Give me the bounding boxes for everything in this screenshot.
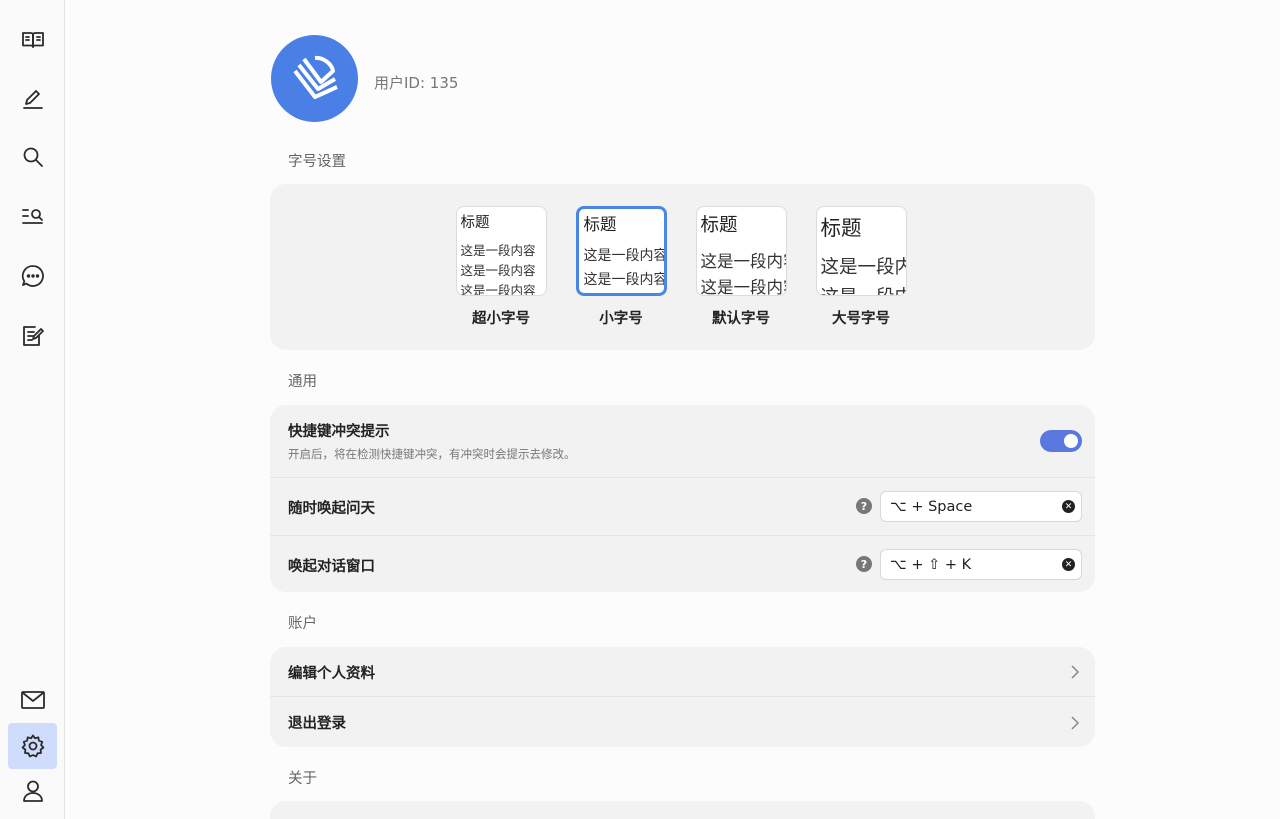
wake-anytime-row: 随时唤起问天 ? ⌥ + Space ✕ bbox=[270, 478, 1095, 535]
font-option-label: 小字号 bbox=[599, 311, 643, 327]
chevron-right-icon bbox=[1069, 664, 1081, 679]
pencil-icon bbox=[22, 90, 43, 109]
general-card: 快捷键冲突提示 开启后，将在检测快捷键冲突，有冲突时会提示去修改。 随时唤起问天… bbox=[270, 405, 1095, 592]
font-preview: 标题 这是一段内容 这是一段内容 bbox=[815, 206, 907, 296]
sidebar-item-write[interactable] bbox=[8, 76, 57, 122]
logout-label: 退出登录 bbox=[288, 716, 346, 732]
shortcut-conflict-row: 快捷键冲突提示 开启后，将在检测快捷键冲突，有冲突时会提示去修改。 bbox=[270, 405, 1095, 477]
shortcut-conflict-toggle[interactable] bbox=[1040, 430, 1082, 452]
wake-dialog-row: 唤起对话窗口 ? ⌥ + ⇧ + K ✕ bbox=[270, 536, 1095, 592]
font-preview-selected: 标题 这是一段内容 这是一段内容 bbox=[575, 206, 667, 296]
logout-row[interactable]: 退出登录 bbox=[270, 697, 1095, 747]
sidebar bbox=[0, 0, 65, 819]
font-option-label: 大号字号 bbox=[832, 311, 890, 327]
clear-icon[interactable]: ✕ bbox=[1062, 558, 1075, 571]
edit-profile-row[interactable]: 编辑个人资料 bbox=[270, 647, 1095, 696]
font-option-label: 默认字号 bbox=[712, 311, 770, 327]
wake-dialog-title: 唤起对话窗口 bbox=[288, 559, 375, 575]
search-icon bbox=[23, 147, 43, 167]
settings-main: 用户ID: 135 字号设置 标题 这是一段内容 这是一段内容 这是一段内容 超… bbox=[270, 0, 1096, 819]
sidebar-item-read[interactable] bbox=[8, 17, 57, 63]
sidebar-item-search[interactable] bbox=[8, 134, 57, 180]
list-search-icon bbox=[21, 209, 43, 224]
help-icon[interactable]: ? bbox=[856, 556, 872, 572]
wake-anytime-shortcut-input[interactable]: ⌥ + Space ✕ bbox=[880, 491, 1082, 522]
about-card bbox=[270, 801, 1095, 819]
wake-anytime-title: 随时唤起问天 bbox=[288, 501, 375, 517]
sidebar-item-list-search[interactable] bbox=[8, 193, 57, 239]
about-section-title: 关于 bbox=[288, 771, 317, 787]
font-option-label: 超小字号 bbox=[472, 311, 530, 327]
shortcut-conflict-title: 快捷键冲突提示 bbox=[288, 424, 390, 440]
gear-icon bbox=[21, 734, 44, 758]
wake-dialog-shortcut-input[interactable]: ⌥ + ⇧ + K ✕ bbox=[880, 549, 1082, 580]
chat-bubble-icon bbox=[21, 265, 44, 287]
font-option-default[interactable]: 标题 这是一段内容 这是一段内容 默认字号 bbox=[695, 206, 787, 328]
shortcut-value: ⌥ + ⇧ + K bbox=[890, 556, 972, 573]
font-preview: 标题 这是一段内容 这是一段内容 这是一段内容 bbox=[455, 206, 547, 296]
clear-icon[interactable]: ✕ bbox=[1062, 500, 1075, 513]
font-size-section-title: 字号设置 bbox=[288, 154, 346, 170]
mail-icon bbox=[20, 691, 45, 709]
account-card: 编辑个人资料 退出登录 bbox=[270, 647, 1095, 747]
sidebar-item-profile[interactable] bbox=[8, 768, 57, 814]
sidebar-item-notes[interactable] bbox=[8, 313, 57, 359]
font-option-xsmall[interactable]: 标题 这是一段内容 这是一段内容 这是一段内容 超小字号 bbox=[455, 206, 547, 328]
book-open-icon bbox=[21, 32, 44, 48]
sidebar-item-settings[interactable] bbox=[8, 723, 57, 769]
general-section-title: 通用 bbox=[288, 374, 317, 390]
user-id: 用户ID: 135 bbox=[374, 74, 459, 92]
font-size-card: 标题 这是一段内容 这是一段内容 这是一段内容 超小字号 标题 这是一段内容 这… bbox=[270, 184, 1095, 350]
font-option-small[interactable]: 标题 这是一段内容 这是一段内容 小字号 bbox=[575, 206, 667, 328]
user-icon bbox=[22, 780, 43, 802]
help-icon[interactable]: ? bbox=[856, 498, 872, 514]
sidebar-item-mail[interactable] bbox=[8, 677, 57, 723]
font-preview: 标题 这是一段内容 这是一段内容 bbox=[695, 206, 787, 296]
toggle-knob bbox=[1064, 434, 1078, 448]
sidebar-item-chat[interactable] bbox=[8, 253, 57, 299]
note-edit-icon bbox=[22, 326, 44, 346]
account-section-title: 账户 bbox=[288, 616, 317, 632]
edit-profile-label: 编辑个人资料 bbox=[288, 666, 375, 682]
shortcut-conflict-desc: 开启后，将在检测快捷键冲突，有冲突时会提示去修改。 bbox=[288, 447, 576, 461]
chevron-right-icon bbox=[1069, 715, 1081, 730]
avatar[interactable] bbox=[271, 35, 358, 122]
font-option-large[interactable]: 标题 这是一段内容 这是一段内容 大号字号 bbox=[815, 206, 907, 328]
shortcut-value: ⌥ + Space bbox=[890, 498, 973, 515]
logo-icon bbox=[292, 55, 338, 99]
